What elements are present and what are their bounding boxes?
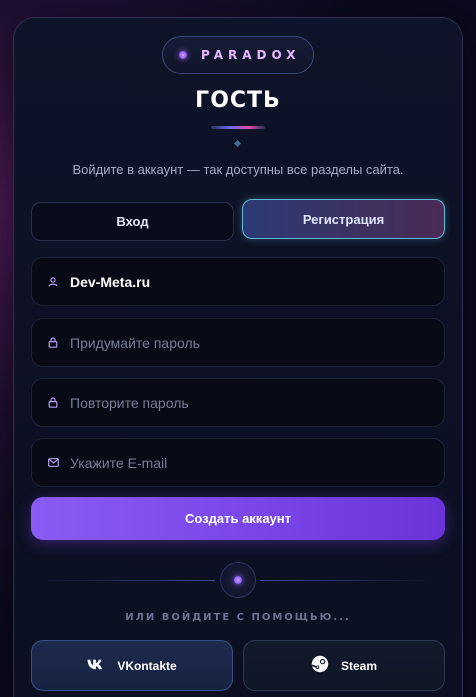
steam-login-button[interactable]: Steam <box>243 640 445 691</box>
brand-badge: PARADOX <box>162 36 314 74</box>
password-repeat-field[interactable]: Повторите пароль <box>31 378 445 427</box>
brand-dot-icon <box>179 51 187 59</box>
page-subtitle: Войдите в аккаунт — так доступны все раз… <box>72 162 404 177</box>
mail-icon <box>32 458 70 467</box>
tab-login[interactable]: Вход <box>31 202 234 241</box>
email-placeholder: Укажите E-mail <box>70 454 168 471</box>
password-placeholder: Придумайте пароль <box>70 334 200 351</box>
divider-orb <box>220 562 256 598</box>
steam-icon <box>311 655 329 676</box>
lock-icon <box>32 397 70 408</box>
page-title: ГОСТЬ <box>195 88 281 113</box>
email-field[interactable]: Укажите E-mail <box>31 438 445 487</box>
brand-name: PARADOX <box>201 48 301 62</box>
vk-login-label: VKontakte <box>117 658 177 673</box>
create-account-button[interactable]: Создать аккаунт <box>31 497 445 540</box>
user-icon <box>32 276 70 287</box>
tab-register[interactable]: Регистрация <box>242 199 445 239</box>
lock-icon <box>32 337 70 348</box>
vk-icon <box>87 659 105 673</box>
steam-login-label: Steam <box>340 658 378 673</box>
orb-dot-icon <box>234 576 242 584</box>
username-value: Dev-Meta.ru <box>70 273 151 290</box>
title-underline <box>211 126 265 129</box>
password-repeat-placeholder: Повторите пароль <box>70 394 189 411</box>
vk-login-button[interactable]: VKontakte <box>31 640 233 691</box>
divider-line-left <box>40 580 215 581</box>
social-login-caption: ИЛИ ВОЙДИТЕ С ПОМОЩЬЮ... <box>125 612 351 623</box>
divider-line-right <box>260 580 435 581</box>
password-field[interactable]: Придумайте пароль <box>31 318 445 367</box>
username-field[interactable]: Dev-Meta.ru <box>31 257 445 306</box>
